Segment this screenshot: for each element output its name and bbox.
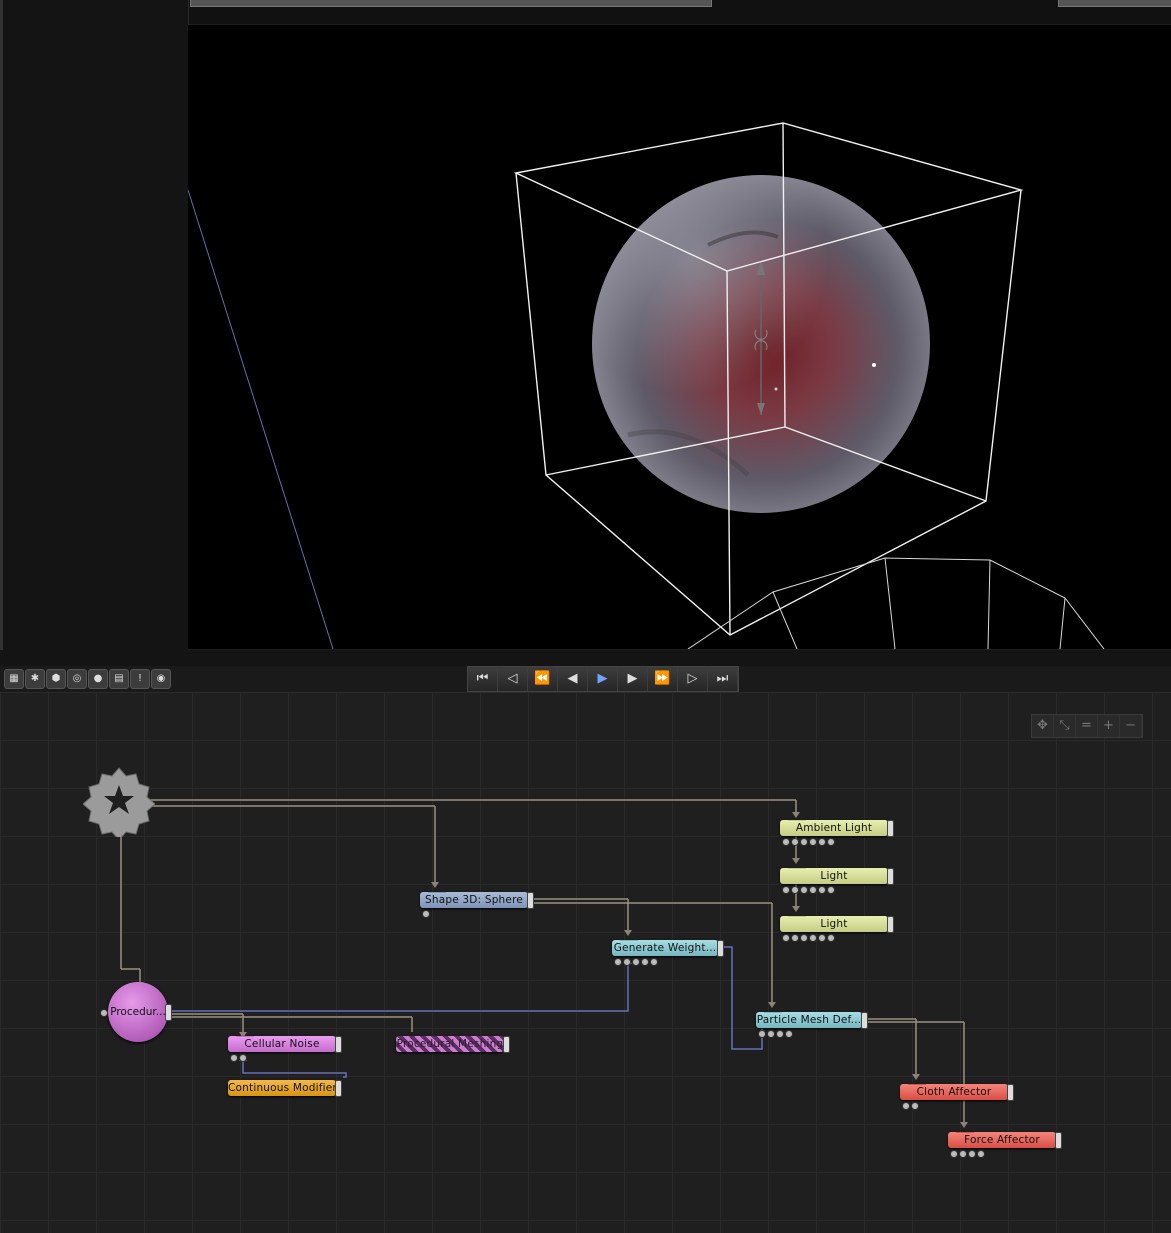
- record-icon[interactable]: ◉: [151, 669, 171, 689]
- viewport-scene: [188, 122, 1105, 649]
- node-output-port[interactable]: [717, 940, 724, 957]
- node-output-port[interactable]: [335, 1080, 342, 1097]
- root-node-gear-icon[interactable]: [83, 765, 155, 837]
- node-label: Cellular Noise: [244, 1038, 320, 1050]
- step-forward-icon[interactable]: ▷: [678, 667, 708, 691]
- node-toolbar: ▦ ✱ ⬢ ◎ ● ▤! ◉ ⏮ ◁ ⏪ ◀ ▶ ▶ ⏩ ▷ ⏭: [0, 666, 1171, 693]
- skip-to-start-icon[interactable]: ⏮: [468, 667, 498, 691]
- node-input-ports[interactable]: [614, 958, 658, 966]
- node-label: Light: [820, 918, 848, 930]
- node-generate-weight[interactable]: Generate Weight...: [612, 940, 718, 956]
- step-back-icon[interactable]: ◁: [498, 667, 528, 691]
- node-ambient-light[interactable]: Ambient Light: [780, 820, 888, 836]
- node-input-ports[interactable]: [230, 1054, 247, 1062]
- node-output-port[interactable]: [1055, 1132, 1062, 1149]
- node-label: Procedural Meshing: [396, 1038, 504, 1050]
- node-input-ports[interactable]: [782, 934, 835, 942]
- node-wires: [120, 799, 968, 1128]
- viewport-toolbar[interactable]: [190, 0, 712, 7]
- panel-icon[interactable]: ▤: [109, 669, 129, 689]
- play-icon[interactable]: ▶: [588, 667, 618, 691]
- node-force-affector[interactable]: Force Affector: [948, 1132, 1056, 1148]
- 3d-viewport[interactable]: [188, 25, 1171, 649]
- node-output-port[interactable]: [335, 1036, 342, 1053]
- ground-plane-edge: [188, 189, 334, 649]
- node-input-ports[interactable]: [782, 886, 835, 894]
- node-output-port[interactable]: [165, 1004, 172, 1021]
- node-cloth-affector[interactable]: Cloth Affector: [900, 1084, 1008, 1100]
- node-label: Force Affector: [964, 1134, 1040, 1146]
- node-cellular-noise[interactable]: Cellular Noise: [228, 1036, 336, 1052]
- wire-generate-particle: [723, 946, 763, 1050]
- rewind-icon[interactable]: ⏪: [528, 667, 558, 691]
- sphere-icon[interactable]: ●: [88, 669, 108, 689]
- node-output-port[interactable]: [527, 892, 534, 909]
- node-output-port[interactable]: [861, 1012, 868, 1029]
- node-continuous-modifier[interactable]: Continuous Modifier: [228, 1080, 336, 1096]
- graph-navigation-tools: ✥ ⤡ = + −: [1031, 714, 1143, 738]
- skip-to-end-icon[interactable]: ⏭: [708, 667, 738, 691]
- viewport-options-toolbar[interactable]: [1058, 0, 1171, 7]
- node-input-ports[interactable]: [422, 910, 430, 918]
- node-output-port[interactable]: [887, 820, 894, 837]
- vr-headset-icon[interactable]: ◎: [67, 669, 87, 689]
- node-shape-3d-sphere[interactable]: Shape 3D: Sphere: [420, 892, 528, 908]
- frame-back-icon[interactable]: ◀: [558, 667, 588, 691]
- node-output-port[interactable]: [887, 868, 894, 885]
- node-input-ports[interactable]: [758, 1030, 793, 1038]
- node-input-ports[interactable]: [950, 1150, 985, 1158]
- stack-icon[interactable]: ▦: [4, 669, 24, 689]
- node-label: Particle Mesh Def...: [756, 1014, 862, 1026]
- node-label: Continuous Modifier: [228, 1082, 336, 1094]
- transport-controls: ⏮ ◁ ⏪ ◀ ▶ ▶ ⏩ ▷ ⏭: [467, 666, 739, 692]
- node-light[interactable]: Light: [780, 916, 888, 932]
- left-panel: [0, 0, 189, 650]
- wireframe-object: [687, 557, 1105, 649]
- wire-continuous-cellular: [242, 1061, 347, 1078]
- align-icon[interactable]: =: [1076, 715, 1098, 737]
- zoom-in-icon[interactable]: +: [1098, 715, 1120, 737]
- node-label: Shape 3D: Sphere: [424, 894, 524, 906]
- node-label: Procedur...: [110, 1006, 166, 1018]
- pan-icon[interactable]: ✥: [1032, 715, 1054, 737]
- cube-search-icon[interactable]: ⬢: [46, 669, 66, 689]
- node-output-port[interactable]: [503, 1036, 510, 1053]
- left-panel-edge: [0, 0, 3, 650]
- asterisk-icon[interactable]: ✱: [25, 669, 45, 689]
- fast-forward-icon[interactable]: ⏩: [648, 667, 678, 691]
- zoom-out-icon[interactable]: −: [1120, 715, 1142, 737]
- node-input-port[interactable]: [100, 1009, 108, 1017]
- node-label: Ambient Light: [795, 822, 873, 834]
- wire-procedural-generate: [170, 964, 629, 1012]
- node-input-ports[interactable]: [902, 1102, 919, 1110]
- panel-divider[interactable]: [0, 650, 1171, 666]
- node-output-port[interactable]: [1007, 1084, 1014, 1101]
- info-icon[interactable]: !: [130, 669, 150, 689]
- node-graph[interactable]: ✥ ⤡ = + − Ambient Light Light Light Shape 3D…: [0, 692, 1171, 1233]
- node-procedural-meshing[interactable]: Procedural Meshing: [396, 1036, 504, 1052]
- node-output-port[interactable]: [887, 916, 894, 933]
- node-label: Light: [820, 870, 848, 882]
- node-label: Cloth Affector: [916, 1086, 992, 1098]
- fit-icon[interactable]: ⤡: [1054, 715, 1076, 737]
- node-input-ports[interactable]: [782, 838, 835, 846]
- frame-forward-icon[interactable]: ▶: [618, 667, 648, 691]
- node-particle-mesh-deformer[interactable]: Particle Mesh Def...: [756, 1012, 862, 1028]
- node-light[interactable]: Light: [780, 868, 888, 884]
- node-label: Generate Weight...: [613, 942, 717, 954]
